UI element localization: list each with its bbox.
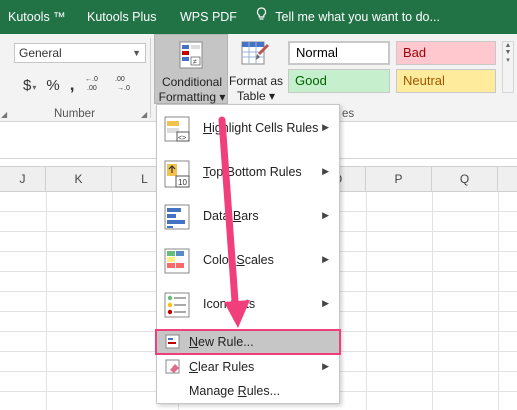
conditional-formatting-label: Conditional Formatting ▾: [158, 75, 226, 104]
menu-item-label: New Rule...: [189, 335, 254, 349]
column-header[interactable]: J: [0, 167, 46, 191]
menu-item-highlight-cells-rules[interactable]: <> Highlight Cells Rules ▶: [157, 107, 339, 151]
group-divider: [150, 38, 151, 118]
menu-item-label: Data Bars: [203, 209, 259, 223]
percent-button[interactable]: %: [41, 77, 64, 94]
tab-kutools[interactable]: Kutools ™: [8, 0, 66, 34]
menu-item-label: Highlight Cells Rules: [203, 121, 319, 135]
svg-text:<>: <>: [178, 135, 186, 142]
icon-sets-icon: [164, 292, 190, 318]
excel-window: Kutools ™ Kutools Plus WPS PDF Tell me w…: [0, 0, 517, 410]
conditional-formatting-button[interactable]: ≠ Conditional Formatting ▾: [154, 34, 228, 104]
submenu-arrow-icon: ▶: [322, 166, 329, 176]
submenu-arrow-icon: ▶: [322, 254, 329, 264]
dialog-launcher-icon[interactable]: ◢: [141, 110, 147, 119]
new-rule-icon: [165, 334, 180, 349]
eraser-icon: [165, 359, 180, 374]
dialog-launcher-icon[interactable]: ◢: [1, 110, 7, 119]
number-format-value: General: [19, 46, 62, 60]
style-neutral[interactable]: Neutral: [396, 69, 496, 93]
column-header[interactable]: K: [46, 167, 112, 191]
grid-line: [112, 192, 113, 410]
conditional-formatting-icon: ≠: [179, 41, 203, 69]
svg-text:≠: ≠: [193, 59, 197, 66]
format-as-table-icon: [241, 41, 269, 65]
svg-text:.00: .00: [87, 85, 97, 92]
submenu-arrow-icon: ▶: [322, 122, 329, 132]
menu-item-label: Top/Bottom Rules: [203, 165, 302, 179]
svg-text:→.0: →.0: [117, 85, 130, 92]
format-as-table-button[interactable]: Format as Table ▾: [228, 34, 284, 104]
menu-item-label: Icon Sets: [203, 297, 256, 311]
submenu-arrow-icon: ▶: [322, 210, 329, 220]
menu-item-label: Clear Rules: [189, 360, 255, 374]
chevron-down-icon: ▼: [132, 48, 141, 58]
currency-button[interactable]: $▾: [18, 77, 41, 94]
style-bad[interactable]: Bad: [396, 41, 496, 65]
menu-item-color-scales[interactable]: Color Scales ▶: [157, 239, 339, 283]
tab-wps-pdf[interactable]: WPS PDF: [180, 0, 237, 34]
format-as-table-label: Format as Table ▾: [228, 74, 283, 103]
decrease-decimal-icon[interactable]: .00 →.0: [109, 73, 139, 97]
menu-item-clear-rules[interactable]: Clear Rules ▶: [157, 356, 339, 378]
submenu-arrow-icon: ▶: [322, 361, 329, 371]
grid-line: [366, 192, 367, 410]
color-scales-icon: [164, 248, 190, 274]
top-bottom-icon: 10: [164, 160, 190, 188]
styles-group-label: es: [342, 108, 355, 120]
grid-line: [498, 192, 499, 410]
comma-style-button[interactable]: ,: [65, 75, 80, 95]
lightbulb-icon: [256, 0, 272, 34]
number-buttons: $▾ % , ←.0.00 .00 →.0: [18, 74, 139, 96]
tab-kutools-plus[interactable]: Kutools Plus: [87, 0, 156, 34]
menu-item-data-bars[interactable]: Data Bars ▶: [157, 195, 339, 239]
conditional-formatting-menu: <> Highlight Cells Rules ▶ 10 Top/Bottom…: [155, 104, 341, 404]
svg-text:10: 10: [178, 178, 187, 187]
menu-divider: [187, 329, 339, 330]
menu-item-manage-rules[interactable]: Manage Rules...: [157, 380, 339, 402]
ribbon-tab-bar: Kutools ™ Kutools Plus WPS PDF Tell me w…: [0, 0, 517, 34]
style-normal[interactable]: Normal: [288, 41, 390, 65]
svg-text:.00: .00: [115, 76, 125, 83]
menu-item-label: Manage Rules...: [189, 384, 281, 398]
tell-me-search[interactable]: Tell me what you want to do...: [256, 0, 440, 34]
column-header[interactable]: P: [366, 167, 432, 191]
menu-item-label: Color Scales: [203, 253, 274, 267]
styles-scroll[interactable]: ▲ ▼ ▾: [502, 41, 514, 93]
increase-decimal-icon[interactable]: ←.0.00: [79, 73, 109, 97]
grid-line: [432, 192, 433, 410]
menu-item-icon-sets[interactable]: Icon Sets ▶: [157, 283, 339, 327]
menu-item-new-rule[interactable]: New Rule...: [155, 329, 341, 355]
style-good[interactable]: Good: [288, 69, 390, 93]
highlight-cells-icon: <>: [164, 116, 190, 142]
menu-item-top-bottom-rules[interactable]: 10 Top/Bottom Rules ▶: [157, 151, 339, 195]
column-header[interactable]: Q: [432, 167, 498, 191]
tell-me-label: Tell me what you want to do...: [275, 10, 440, 24]
submenu-arrow-icon: ▶: [322, 298, 329, 308]
number-group-label: Number: [54, 108, 95, 120]
number-format-select[interactable]: General ▼: [14, 43, 146, 63]
data-bars-icon: [164, 204, 190, 230]
grid-line: [46, 192, 47, 410]
svg-text:←.0: ←.0: [85, 76, 98, 83]
